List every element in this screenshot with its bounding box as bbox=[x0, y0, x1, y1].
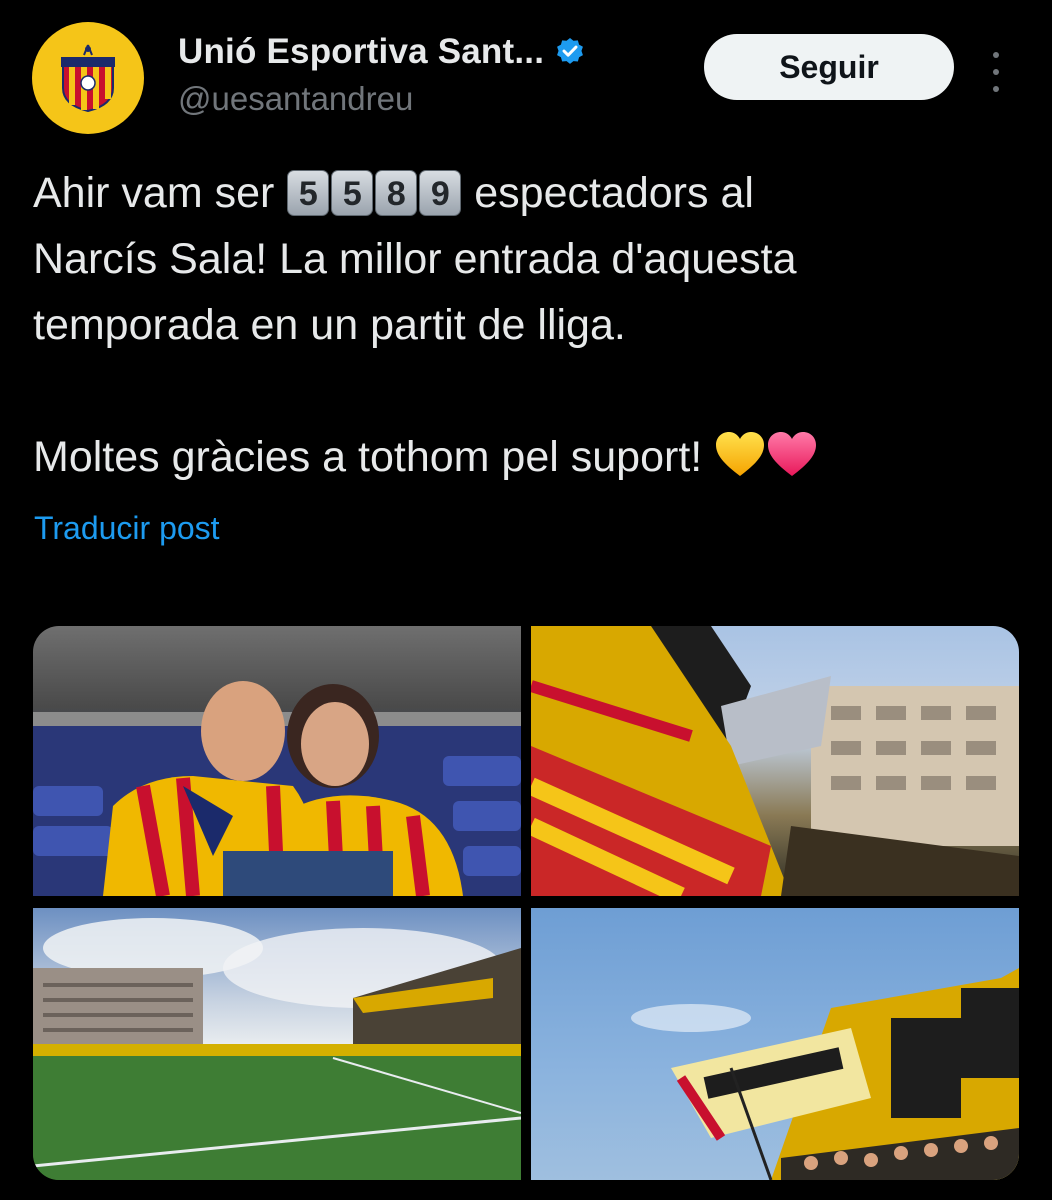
photo-fans-couple[interactable] bbox=[33, 626, 521, 896]
post-header: Unió Esportiva Sant... @uesantandreu Seg… bbox=[32, 22, 1032, 134]
more-options-icon[interactable] bbox=[984, 52, 1008, 92]
verified-badge-icon bbox=[557, 38, 584, 64]
follow-button[interactable]: Seguir bbox=[704, 34, 954, 100]
digit-keycap: 9 bbox=[419, 170, 462, 216]
digit-keycap: 5 bbox=[287, 170, 330, 216]
digit-keycap: 8 bbox=[375, 170, 418, 216]
post-text: Ahir vam ser 5589 espectadors al Narcís … bbox=[33, 160, 1023, 490]
pink-heart-icon bbox=[768, 432, 817, 476]
digit-keycap: 5 bbox=[331, 170, 374, 216]
post-line-1: Ahir vam ser 5589 espectadors al bbox=[33, 169, 754, 217]
photo-grid bbox=[33, 626, 1019, 1180]
avatar[interactable] bbox=[32, 22, 144, 134]
yellow-heart-icon bbox=[716, 432, 765, 476]
club-crest-icon bbox=[61, 44, 115, 113]
display-name[interactable]: Unió Esportiva Sant... bbox=[178, 32, 544, 72]
photo-supporters-flags[interactable] bbox=[531, 626, 1019, 896]
photo-flag-stand[interactable] bbox=[531, 908, 1019, 1180]
post-line-4: Moltes gràcies a tothom pel suport! bbox=[33, 424, 1023, 490]
account-handle[interactable]: @uesantandreu bbox=[178, 80, 586, 118]
post-line-2: Narcís Sala! La millor entrada d'aquesta bbox=[33, 235, 797, 283]
translate-post-link[interactable]: Traducir post bbox=[34, 510, 220, 547]
photo-stadium-pitch[interactable] bbox=[33, 908, 521, 1180]
post-line-3: temporada en un partit de lliga. bbox=[33, 301, 626, 349]
